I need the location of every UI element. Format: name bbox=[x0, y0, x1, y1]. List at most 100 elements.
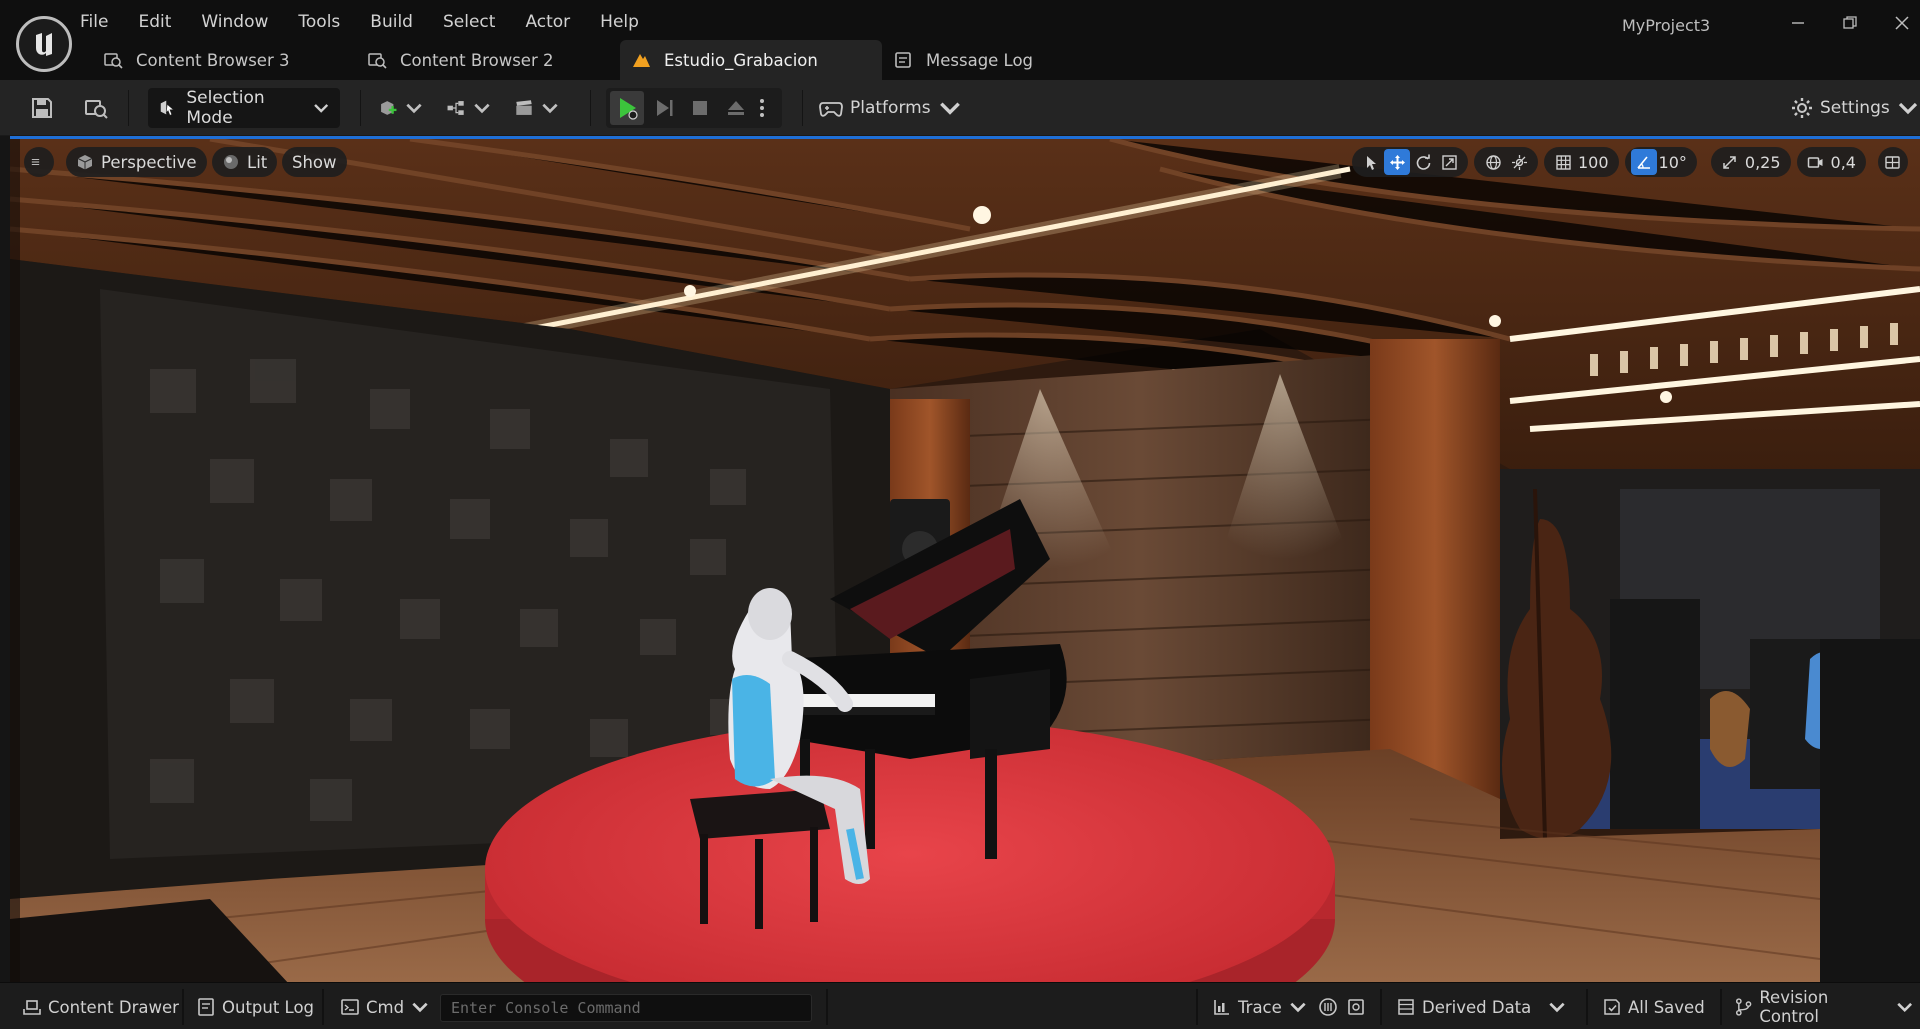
restore-button[interactable] bbox=[1834, 10, 1866, 36]
lit-label: Lit bbox=[247, 152, 268, 172]
play-icon bbox=[620, 98, 638, 120]
chevron-down-icon bbox=[1898, 102, 1917, 115]
layout-grid-icon[interactable] bbox=[1880, 149, 1906, 175]
show-label: Show bbox=[292, 152, 337, 172]
show-button[interactable]: Show bbox=[282, 147, 347, 177]
all-saved-button[interactable]: All Saved bbox=[1602, 993, 1705, 1021]
translate-icon[interactable] bbox=[1384, 149, 1410, 175]
rotation-snap-value[interactable]: 10° bbox=[1659, 153, 1687, 172]
camera-speed-group[interactable]: 0,4 bbox=[1796, 147, 1866, 177]
trace-icon bbox=[1214, 1000, 1229, 1015]
blueprint-icon[interactable] bbox=[446, 92, 492, 124]
revision-control-dropdown[interactable]: Revision Control bbox=[1734, 988, 1920, 1026]
level-icon bbox=[630, 49, 652, 71]
status-bar: Content Drawer Output Log Cmd Trace Deri… bbox=[0, 982, 1920, 1029]
recompile-button[interactable] bbox=[1346, 993, 1372, 1021]
scale-icon[interactable] bbox=[1436, 149, 1462, 175]
stop-icon[interactable] bbox=[686, 94, 714, 122]
scale-snap-group[interactable]: 0,25 bbox=[1710, 147, 1791, 177]
platforms-label: Platforms bbox=[850, 98, 931, 118]
project-name: MyProject3 bbox=[1622, 16, 1711, 35]
tab-content-browser-3[interactable]: Content Browser 3 bbox=[92, 40, 356, 80]
perspective-label: Perspective bbox=[101, 152, 197, 172]
rotate-icon[interactable] bbox=[1410, 149, 1436, 175]
chevron-down-icon bbox=[412, 1002, 428, 1013]
revision-control-icon bbox=[1735, 998, 1752, 1016]
chevron-down-icon bbox=[1549, 1002, 1565, 1013]
tab-label: Content Browser 2 bbox=[400, 50, 554, 70]
all-saved-label: All Saved bbox=[1628, 997, 1705, 1017]
unreal-logo-icon[interactable] bbox=[16, 16, 72, 72]
lit-sphere-icon bbox=[224, 155, 238, 169]
trace-label: Trace bbox=[1238, 997, 1282, 1017]
saved-check-icon bbox=[1604, 999, 1620, 1015]
minimize-button[interactable] bbox=[1782, 10, 1814, 36]
menu-file[interactable]: File bbox=[80, 10, 108, 38]
rotation-snap-group[interactable]: 10° bbox=[1624, 147, 1697, 177]
cinematics-icon[interactable] bbox=[514, 92, 560, 124]
menu-tools[interactable]: Tools bbox=[298, 10, 340, 38]
angle-icon[interactable] bbox=[1630, 149, 1657, 175]
browse-content-icon[interactable] bbox=[80, 92, 112, 124]
chevron-down-icon bbox=[939, 102, 960, 115]
revision-control-label: Revision Control bbox=[1759, 988, 1829, 1026]
trace-dropdown[interactable]: Trace bbox=[1212, 993, 1314, 1021]
platforms-button[interactable]: Platforms bbox=[818, 92, 969, 124]
live-coding-button[interactable] bbox=[1318, 993, 1344, 1021]
derived-data-label: Derived Data bbox=[1422, 997, 1532, 1017]
cmd-label: Cmd bbox=[366, 997, 405, 1017]
output-log-button[interactable]: Output Log bbox=[196, 993, 314, 1021]
play-controls bbox=[606, 88, 782, 128]
scale-snap-icon[interactable] bbox=[1717, 149, 1743, 175]
tab-label: Estudio_Grabacion bbox=[664, 50, 818, 70]
viewport-scene[interactable] bbox=[10, 139, 1920, 982]
viewport-layout-button[interactable] bbox=[1877, 147, 1908, 177]
content-drawer-button[interactable]: Content Drawer bbox=[22, 993, 179, 1021]
tab-content-browser-2[interactable]: Content Browser 2 bbox=[356, 40, 620, 80]
viewport-options-button[interactable] bbox=[24, 147, 54, 177]
lit-button[interactable]: Lit bbox=[212, 147, 278, 177]
surface-snapping-icon[interactable] bbox=[1506, 149, 1532, 175]
terminal-icon bbox=[341, 999, 359, 1015]
menu-window[interactable]: Window bbox=[201, 10, 268, 38]
menu-actor[interactable]: Actor bbox=[525, 10, 570, 38]
save-icon[interactable] bbox=[26, 92, 58, 124]
menu-build[interactable]: Build bbox=[370, 10, 413, 38]
menu-select[interactable]: Select bbox=[443, 10, 495, 38]
grid-snap-group[interactable]: 100 bbox=[1544, 147, 1619, 177]
level-viewport[interactable]: Perspective Lit Show 100 10° 0,25 0,4 bbox=[10, 136, 1920, 982]
menu-edit[interactable]: Edit bbox=[138, 10, 171, 38]
world-globe-icon[interactable] bbox=[1480, 149, 1506, 175]
tab-estudio-grabacion[interactable]: Estudio_Grabacion bbox=[620, 40, 882, 80]
chevron-down-icon bbox=[1290, 1002, 1306, 1013]
tab-message-log[interactable]: Message Log bbox=[882, 40, 1062, 80]
message-log-icon bbox=[892, 49, 914, 71]
selection-mode-dropdown[interactable]: Selection Mode bbox=[148, 88, 340, 128]
derived-data-dropdown[interactable]: Derived Data bbox=[1396, 993, 1573, 1021]
grid-snap-value[interactable]: 100 bbox=[1578, 153, 1609, 172]
perspective-button[interactable]: Perspective bbox=[66, 147, 207, 177]
hamburger-icon bbox=[31, 159, 40, 165]
chevron-down-icon bbox=[313, 104, 328, 113]
selection-mode-label: Selection Mode bbox=[186, 88, 265, 128]
close-button[interactable] bbox=[1886, 10, 1918, 36]
eject-icon[interactable] bbox=[722, 94, 750, 122]
camera-speed-value[interactable]: 0,4 bbox=[1831, 153, 1856, 172]
camera-icon[interactable] bbox=[1803, 149, 1829, 175]
play-options-icon[interactable] bbox=[750, 94, 774, 122]
settings-button[interactable]: Settings bbox=[1790, 92, 1920, 124]
coordinate-space-group bbox=[1474, 147, 1538, 177]
content-drawer-icon bbox=[23, 1000, 41, 1015]
select-cursor-icon[interactable] bbox=[1358, 149, 1384, 175]
cmd-dropdown[interactable]: Cmd bbox=[340, 993, 436, 1021]
console-command-input[interactable] bbox=[440, 994, 812, 1022]
menu-help[interactable]: Help bbox=[600, 10, 639, 38]
play-button[interactable] bbox=[610, 91, 644, 125]
add-actor-icon[interactable] bbox=[378, 92, 424, 124]
viewport-transform-tools: 100 10° 0,25 0,4 bbox=[1352, 147, 1914, 177]
derived-data-icon bbox=[1398, 999, 1414, 1015]
grid-icon[interactable] bbox=[1550, 149, 1576, 175]
tab-label: Content Browser 3 bbox=[136, 50, 290, 70]
scale-snap-value[interactable]: 0,25 bbox=[1745, 153, 1781, 172]
advance-frame-icon[interactable] bbox=[650, 94, 678, 122]
